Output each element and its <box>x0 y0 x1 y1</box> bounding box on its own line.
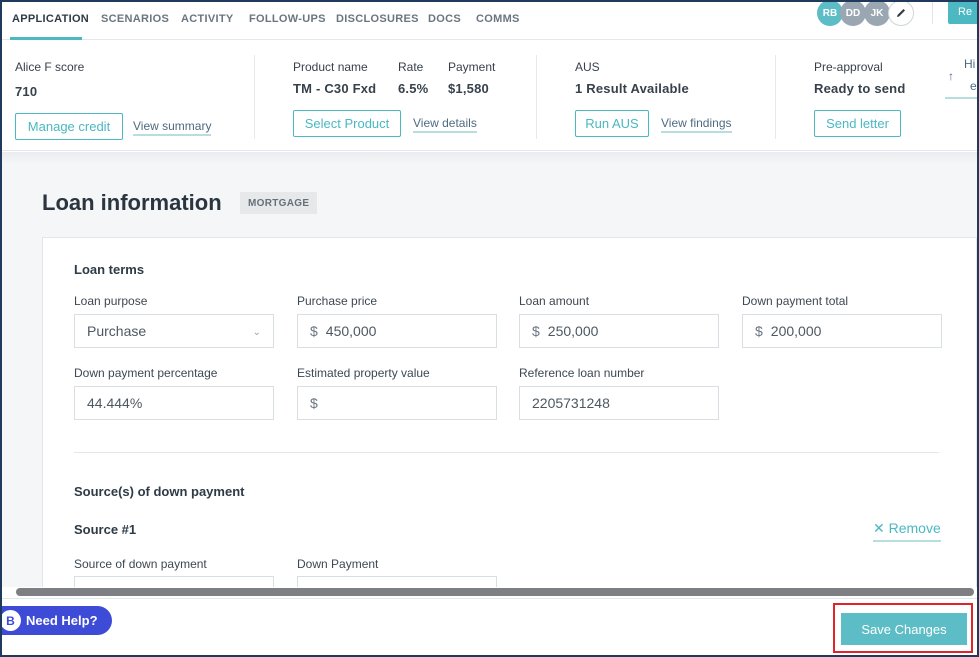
reference-loan-number-value: 2205731248 <box>532 395 610 411</box>
down-payment-sources-title: Source(s) of down payment <box>74 484 245 499</box>
column-divider <box>775 55 776 139</box>
reference-loan-number-label: Reference loan number <box>519 366 645 380</box>
loan-purpose-value: Purchase <box>87 323 147 339</box>
pre-approval-label: Pre-approval <box>814 60 883 74</box>
pencil-icon <box>897 9 905 17</box>
payment-value: $1,580 <box>448 81 489 96</box>
down-payment-total-input[interactable]: $ 200,000 <box>742 314 942 348</box>
product-name-value: TM - C30 Fxd <box>293 81 377 96</box>
rate-value: 6.5% <box>398 81 429 96</box>
need-help-button[interactable]: B Need Help? <box>2 606 112 635</box>
loan-amount-label: Loan amount <box>519 294 590 308</box>
tab-application[interactable]: APPLICATION <box>12 13 89 25</box>
reference-loan-number-input[interactable]: 2205731248 <box>519 386 719 420</box>
loan-terms-card: Loan terms Loan purpose Purchase ⌄ Purch… <box>42 237 977 587</box>
section-divider <box>74 452 939 453</box>
loan-summary-bar: Alice F score 710 Manage credit View sum… <box>2 41 977 151</box>
source-of-down-payment-label: Source of down payment <box>74 557 207 571</box>
currency-symbol: $ <box>310 395 318 411</box>
avatar-dd[interactable]: DD <box>840 2 866 26</box>
extra-link-line2[interactable]: e <box>970 79 977 93</box>
manage-credit-button[interactable]: Manage credit <box>15 113 123 140</box>
arrow-up-icon: ↑ <box>948 69 954 83</box>
nav-divider <box>932 2 933 24</box>
send-letter-button[interactable]: Send letter <box>814 110 901 137</box>
mortgage-badge: MORTGAGE <box>240 192 318 214</box>
column-divider <box>254 55 255 139</box>
down-payment-total-value: 200,000 <box>770 323 822 339</box>
loan-amount-input[interactable]: $ 250,000 <box>519 314 719 348</box>
save-highlight-box: Save Changes <box>833 603 973 653</box>
chevron-down-icon: ⌄ <box>252 327 261 338</box>
top-right-button[interactable]: Re <box>948 2 977 24</box>
tab-comms[interactable]: COMMS <box>476 13 520 25</box>
aus-label: AUS <box>575 60 600 74</box>
view-summary-link[interactable]: View summary <box>133 119 212 136</box>
credit-score-value: 710 <box>15 84 38 99</box>
currency-symbol: $ <box>310 323 318 339</box>
top-nav: APPLICATION SCENARIOS ACTIVITY FOLLOW-UP… <box>2 2 977 40</box>
tab-activity[interactable]: ACTIVITY <box>181 13 234 25</box>
avatar-jk[interactable]: JK <box>864 2 890 26</box>
source-of-down-payment-select[interactable] <box>74 576 274 587</box>
purchase-price-input[interactable]: $ 450,000 <box>297 314 497 348</box>
credit-score-label: Alice F score <box>15 60 85 74</box>
tab-scenarios[interactable]: SCENARIOS <box>101 13 169 25</box>
extra-link-underline <box>945 97 977 99</box>
loan-purpose-select[interactable]: Purchase ⌄ <box>74 314 274 348</box>
loan-terms-title: Loan terms <box>74 262 145 277</box>
view-findings-link[interactable]: View findings <box>661 116 732 133</box>
active-tab-indicator <box>10 37 82 40</box>
main-content: Loan information MORTGAGE Loan terms Loa… <box>2 152 977 587</box>
tab-docs[interactable]: DOCS <box>428 13 461 25</box>
tab-disclosures[interactable]: DISCLOSURES <box>336 13 419 25</box>
horizontal-scrollbar[interactable] <box>16 588 974 596</box>
save-changes-button[interactable]: Save Changes <box>841 613 967 645</box>
run-aus-button[interactable]: Run AUS <box>575 110 649 137</box>
extra-link-line1[interactable]: Hi <box>964 57 975 71</box>
down-payment-percentage-label: Down payment percentage <box>74 366 218 380</box>
app-window: APPLICATION SCENARIOS ACTIVITY FOLLOW-UP… <box>0 0 979 657</box>
remove-source-button[interactable]: ✕ Remove <box>873 520 941 542</box>
down-payment-percentage-input[interactable]: 44.444% <box>74 386 274 420</box>
tab-follow-ups[interactable]: FOLLOW-UPS <box>249 13 326 25</box>
edit-team-button[interactable] <box>888 2 914 26</box>
down-payment-amount-label: Down Payment <box>297 557 379 571</box>
down-payment-amount-input[interactable] <box>297 576 497 587</box>
estimated-property-value-input[interactable]: $ <box>297 386 497 420</box>
aus-value: 1 Result Available <box>575 81 689 96</box>
purchase-price-value: 450,000 <box>325 323 377 339</box>
pre-approval-value: Ready to send <box>814 81 906 96</box>
select-product-button[interactable]: Select Product <box>293 110 401 137</box>
rate-label: Rate <box>398 60 424 74</box>
down-payment-percentage-value: 44.444% <box>87 395 143 411</box>
brand-logo-icon: B <box>2 610 21 631</box>
payment-label: Payment <box>448 60 496 74</box>
page-title: Loan information <box>42 190 222 215</box>
currency-symbol: $ <box>755 323 763 339</box>
loan-amount-value: 250,000 <box>547 323 599 339</box>
column-divider <box>536 55 537 139</box>
loan-purpose-label: Loan purpose <box>74 294 148 308</box>
estimated-property-value-label: Estimated property value <box>297 366 430 380</box>
footer-bar: B Need Help? Save Changes <box>2 598 977 655</box>
down-payment-total-label: Down payment total <box>742 294 849 308</box>
source-1-title: Source #1 <box>74 522 137 537</box>
product-name-label: Product name <box>293 60 368 74</box>
currency-symbol: $ <box>532 323 540 339</box>
view-details-link[interactable]: View details <box>413 116 477 133</box>
need-help-label: Need Help? <box>26 613 98 628</box>
purchase-price-label: Purchase price <box>297 294 378 308</box>
